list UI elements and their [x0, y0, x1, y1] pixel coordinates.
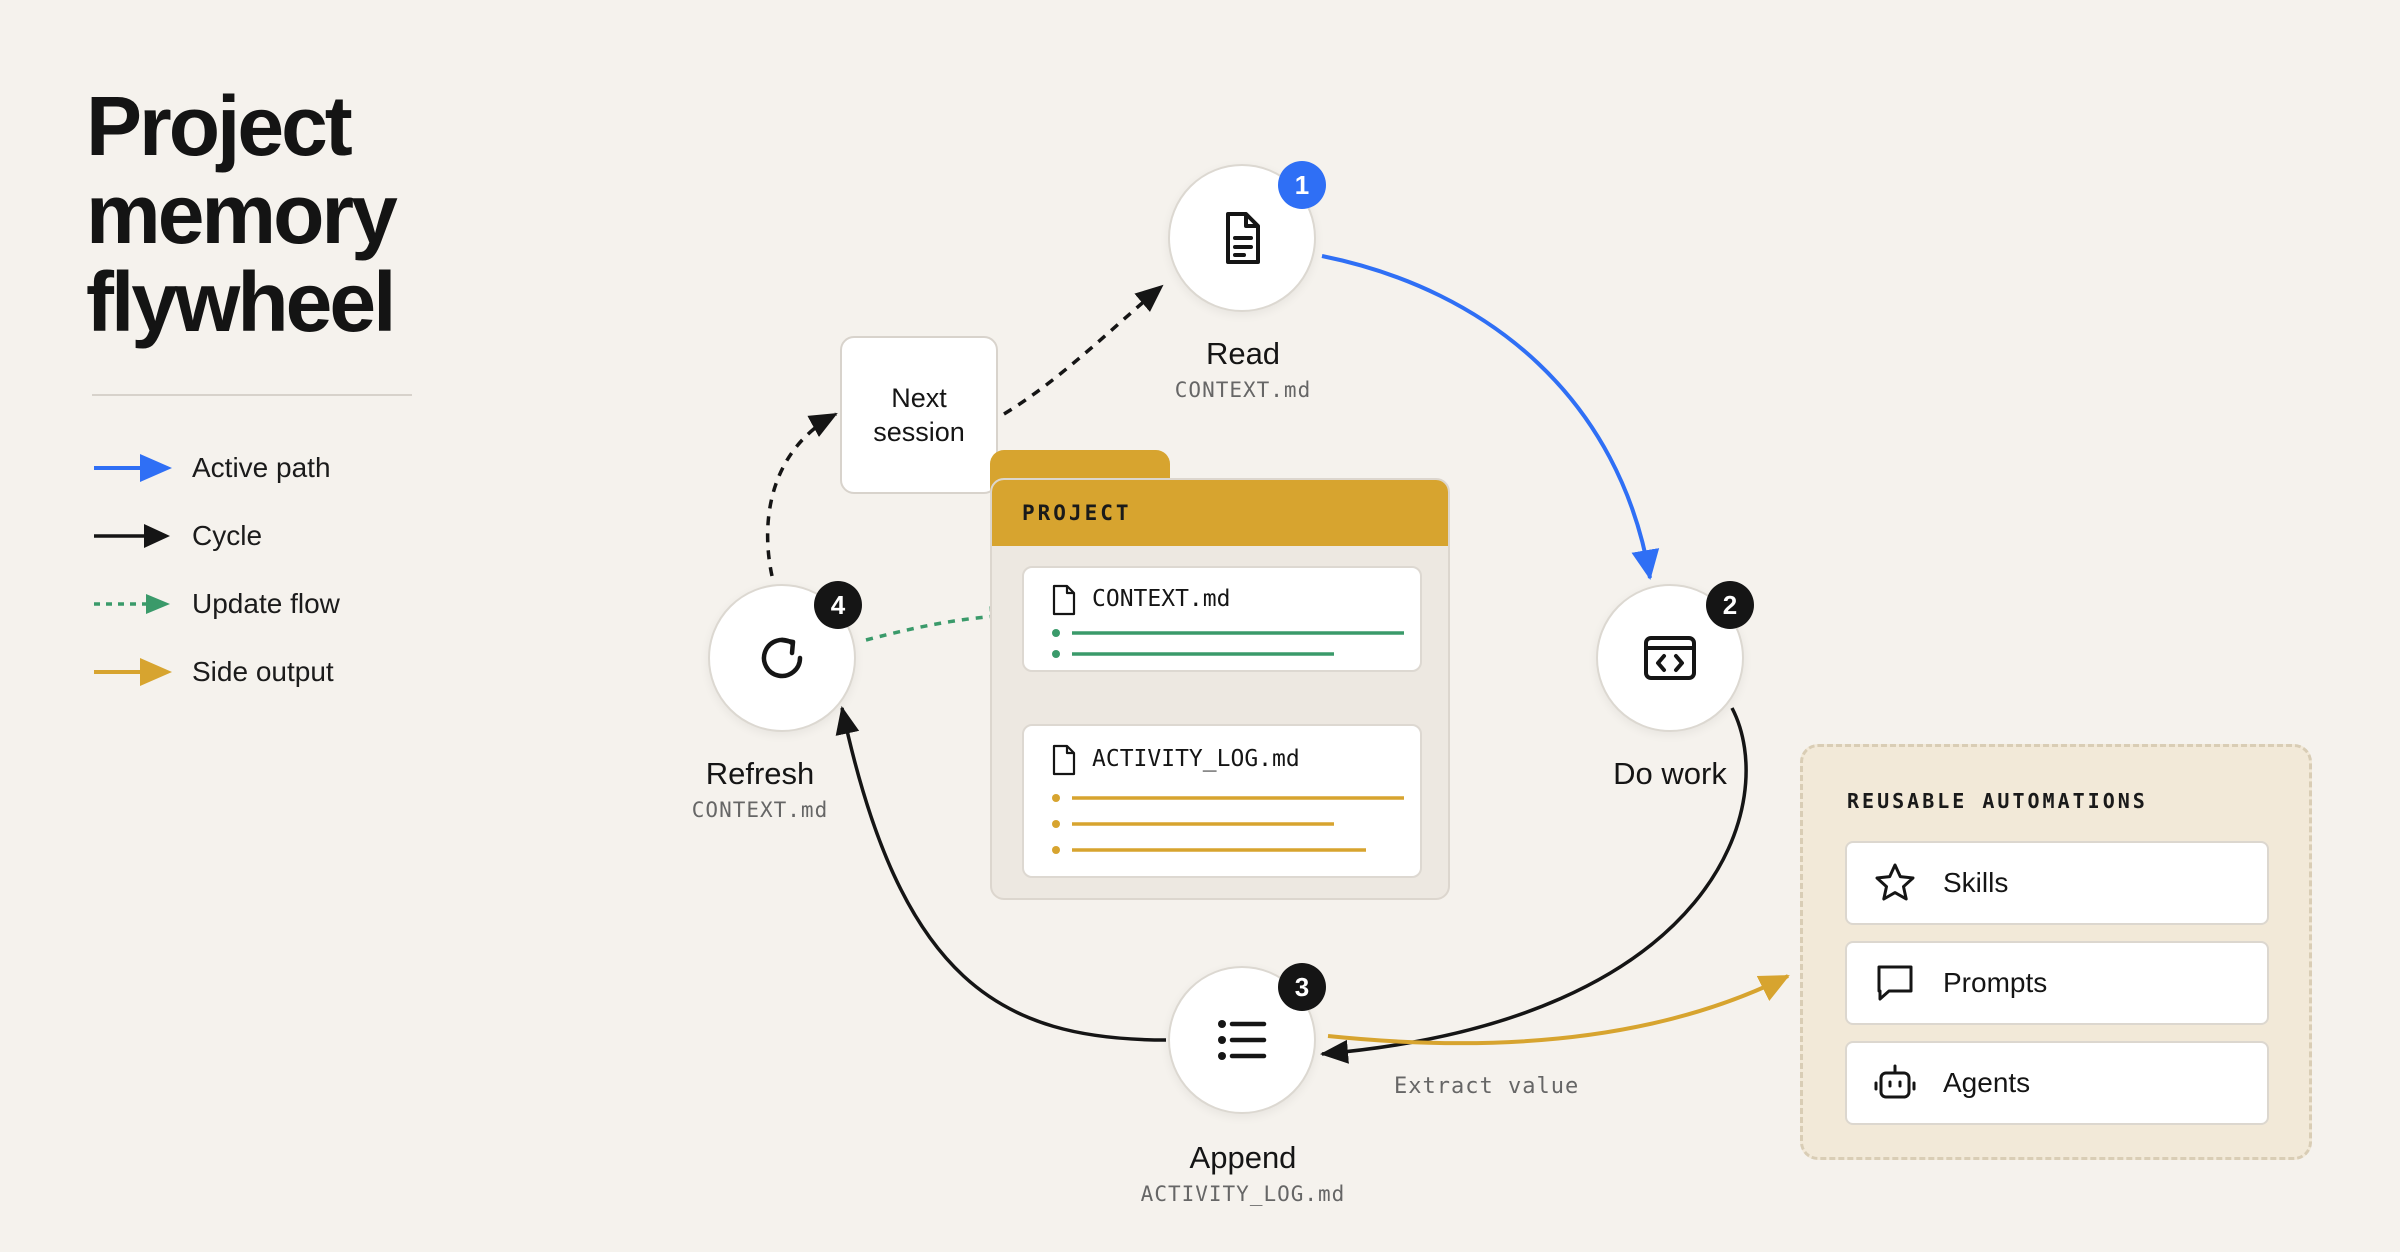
file-icon — [1052, 744, 1076, 776]
star-icon — [1875, 863, 1915, 901]
automation-item-agents[interactable]: Agents — [1845, 1041, 2269, 1125]
code-window-icon — [1644, 636, 1696, 680]
context-file-name: CONTEXT.md — [1092, 586, 1231, 612]
context-file-lines — [1052, 629, 1404, 658]
folder-header: PROJECT — [992, 480, 1448, 546]
arrow-refresh-to-next-session — [765, 412, 838, 577]
append-label: Append — [1189, 1140, 1297, 1175]
activity-log-file-lines — [1052, 794, 1404, 854]
do-work-label: Do work — [1613, 756, 1727, 791]
activity-log-file-card: ACTIVITY_LOG.md — [1022, 724, 1422, 878]
append-file: ACTIVITY_LOG.md — [1140, 1182, 1346, 1206]
context-file-card: CONTEXT.md — [1022, 566, 1422, 672]
automations-heading: REUSABLE AUTOMATIONS — [1847, 789, 2148, 813]
automation-label: Prompts — [1943, 967, 2048, 998]
automation-item-skills[interactable]: Skills — [1845, 841, 2269, 925]
step-badge-2: 2 — [1706, 581, 1754, 629]
activity-log-file-name: ACTIVITY_LOG.md — [1092, 746, 1300, 772]
folder-label: PROJECT — [1022, 501, 1132, 525]
step-badge-4: 4 — [814, 581, 862, 629]
arrow-append-to-automations — [1327, 974, 1790, 1046]
file-icon — [1052, 584, 1076, 616]
step-badge-3: 3 — [1278, 963, 1326, 1011]
speech-bubble-icon — [1877, 965, 1913, 1001]
next-session-line-2: session — [873, 417, 965, 447]
automation-item-prompts[interactable]: Prompts — [1845, 941, 2269, 1025]
step-badge-1: 1 — [1278, 161, 1326, 209]
refresh-label: Refresh — [705, 756, 815, 791]
extract-value-label: Extract value — [1394, 1074, 1580, 1099]
document-icon — [1226, 212, 1260, 264]
read-file: CONTEXT.md — [1174, 378, 1312, 402]
read-label: Read — [1205, 336, 1281, 371]
list-icon — [1218, 1020, 1267, 1060]
automation-label: Agents — [1943, 1067, 2031, 1098]
next-session-line-1: Next — [891, 383, 947, 413]
robot-icon — [1874, 1064, 1916, 1099]
refresh-icon — [761, 637, 803, 679]
project-folder: PROJECT CONTEXT.md ACTIVITY_LOG.md — [990, 478, 1450, 900]
automation-label: Skills — [1943, 867, 2009, 898]
next-session-box: Next session — [840, 336, 998, 494]
reusable-automations-panel: REUSABLE AUTOMATIONS Skills Prompts Agen… — [1800, 744, 2312, 1160]
refresh-file: CONTEXT.md — [691, 798, 829, 822]
